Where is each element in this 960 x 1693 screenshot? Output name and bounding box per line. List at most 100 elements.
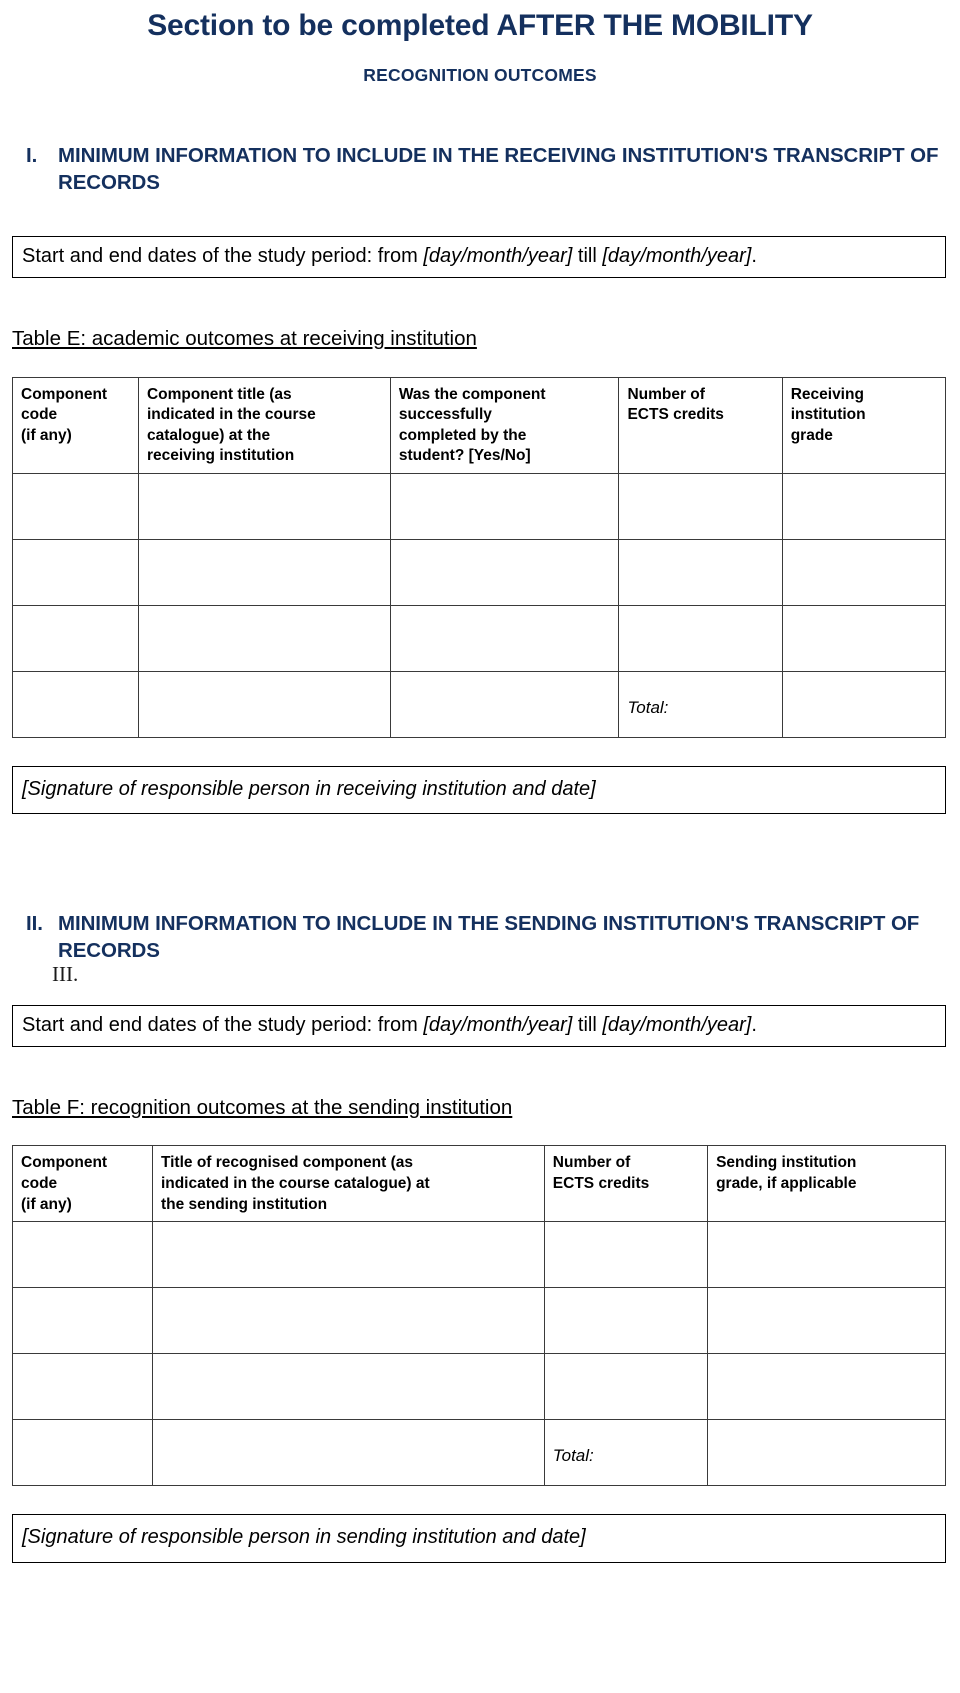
table-f-caption: Table F: recognition outcomes at the sen… [12,1095,513,1119]
receiving-dates-lead: Start and end dates of the study period:… [22,245,418,268]
sending-dates-middle: till [577,1014,597,1037]
receiving-dates-from-placeholder[interactable]: [day/month/year] [423,245,572,267]
cell-line: ECTS credits [627,406,724,424]
table-f-caption-wrap: Table F: recognition outcomes at the sen… [12,1095,946,1122]
cell-line: successfully [398,406,492,424]
table-cell[interactable] [389,472,620,540]
table-cell[interactable] [12,538,139,606]
cell-line: Was the component [398,385,546,403]
table-cell[interactable] [151,1221,545,1289]
cell-line: code [21,406,58,424]
table-cell[interactable] [137,538,391,606]
table-cell[interactable] [543,1353,709,1421]
table-cell[interactable] [389,538,620,606]
cell-line: receiving institution [146,447,295,465]
receiving-signature-box[interactable]: [Signature of responsible person in rece… [12,765,946,815]
cell-line: Receiving [790,385,864,403]
table-cell[interactable] [137,472,391,540]
cell-line: Title of recognised component (as [160,1154,413,1172]
table-cell[interactable] [12,1419,153,1487]
table-cell[interactable] [543,1287,709,1355]
table-cell[interactable] [707,1221,946,1289]
table-cell[interactable] [12,472,139,540]
table-cell[interactable] [707,1353,946,1421]
table-row[interactable] [12,604,947,672]
table-cell[interactable] [389,670,620,738]
table-cell[interactable] [618,604,783,672]
table-e-col-component-code: Component code (if any) [12,376,139,474]
table-cell[interactable] [618,472,783,540]
page-subtitle: RECOGNITION OUTCOMES [363,65,597,86]
table-row[interactable] [12,538,947,606]
table-e-col-ects-credits: Number of ECTS credits [618,376,783,474]
sending-study-dates-box: Start and end dates of the study period:… [12,1005,946,1047]
cell-line: Component [21,385,108,403]
cell-line: Number of [627,385,705,403]
table-f-recognition-outcomes: Component code (if any) Title of recogni… [12,1145,946,1487]
cell-line: the sending institution [160,1195,328,1213]
table-f-col-component-code: Component code (if any) [12,1145,153,1223]
sending-dates-from-placeholder[interactable]: [day/month/year] [423,1014,572,1036]
sending-dates-trailing: . [751,1014,757,1037]
page-title: Section to be completed AFTER THE MOBILI… [147,9,813,42]
cell-line: (if any) [21,1195,72,1213]
table-cell[interactable] [137,670,391,738]
table-cell[interactable] [543,1221,709,1289]
table-f-col-ects-credits: Number of ECTS credits [543,1145,709,1223]
table-cell[interactable] [151,1287,545,1355]
table-cell[interactable] [389,604,620,672]
cell-line: indicated in the course catalogue) at [160,1175,430,1193]
table-e-caption: Table E: academic outcomes at receiving … [12,326,477,350]
section-two-number: II. [26,912,43,936]
table-e-header-row: Component code (if any) Component title … [12,376,947,474]
table-cell[interactable] [12,1353,153,1421]
section-two-heading: II. MINIMUM INFORMATION TO INCLUDE IN TH… [12,910,946,964]
table-cell[interactable] [12,1221,153,1289]
table-f-total-label: Total: [543,1419,709,1487]
sending-dates-till-placeholder[interactable]: [day/month/year] [602,1014,751,1036]
table-e-caption-wrap: Table E: academic outcomes at receiving … [12,326,946,353]
cell-line: code [21,1175,58,1193]
table-e-col-component-title: Component title (as indicated in the cou… [137,376,391,474]
sending-dates-lead: Start and end dates of the study period:… [22,1014,418,1037]
cell-line: student? [Yes/No] [398,447,531,465]
receiving-dates-trailing: . [751,245,757,268]
stray-roman-numeral: III. [52,962,79,987]
table-cell[interactable] [781,472,947,540]
receiving-dates-middle: till [577,245,597,268]
cell-line: ECTS credits [552,1175,650,1193]
cell-line: Number of [552,1154,631,1172]
cell-line: indicated in the course [146,406,316,424]
table-row[interactable] [12,1287,946,1355]
table-cell[interactable] [618,538,783,606]
table-cell[interactable] [12,604,139,672]
table-e-total-value[interactable] [781,670,947,738]
table-f-total-value[interactable] [707,1419,946,1487]
document-page: Section to be completed AFTER THE MOBILI… [0,0,960,1693]
table-f-col-sending-grade: Sending institution grade, if applicable [707,1145,946,1223]
sending-signature-box[interactable]: [Signature of responsible person in send… [12,1514,946,1563]
section-one-heading: I. MINIMUM INFORMATION TO INCLUDE IN THE… [12,142,946,196]
cell-line: Component [21,1154,108,1172]
table-cell[interactable] [12,1287,153,1355]
table-row[interactable] [12,472,947,540]
table-cell[interactable] [137,604,391,672]
table-total-row[interactable]: Total: [12,670,947,738]
table-cell[interactable] [781,604,947,672]
table-total-row[interactable]: Total: [12,1419,946,1487]
table-e-col-completed: Was the component successfully completed… [389,376,620,474]
table-cell[interactable] [12,670,139,738]
table-cell[interactable] [707,1287,946,1355]
table-cell[interactable] [151,1419,545,1487]
cell-line: completed by the [398,426,527,444]
table-cell[interactable] [781,538,947,606]
receiving-dates-till-placeholder[interactable]: [day/month/year] [602,245,751,267]
table-e-col-receiving-grade: Receiving institution grade [781,376,947,474]
table-cell[interactable] [151,1353,545,1421]
cell-line: catalogue) at the [146,426,271,444]
table-row[interactable] [12,1353,946,1421]
table-e-academic-outcomes: Component code (if any) Component title … [12,376,947,738]
table-row[interactable] [12,1221,946,1289]
cell-line: grade, if applicable [716,1175,857,1193]
section-one-number: I. [26,144,38,168]
